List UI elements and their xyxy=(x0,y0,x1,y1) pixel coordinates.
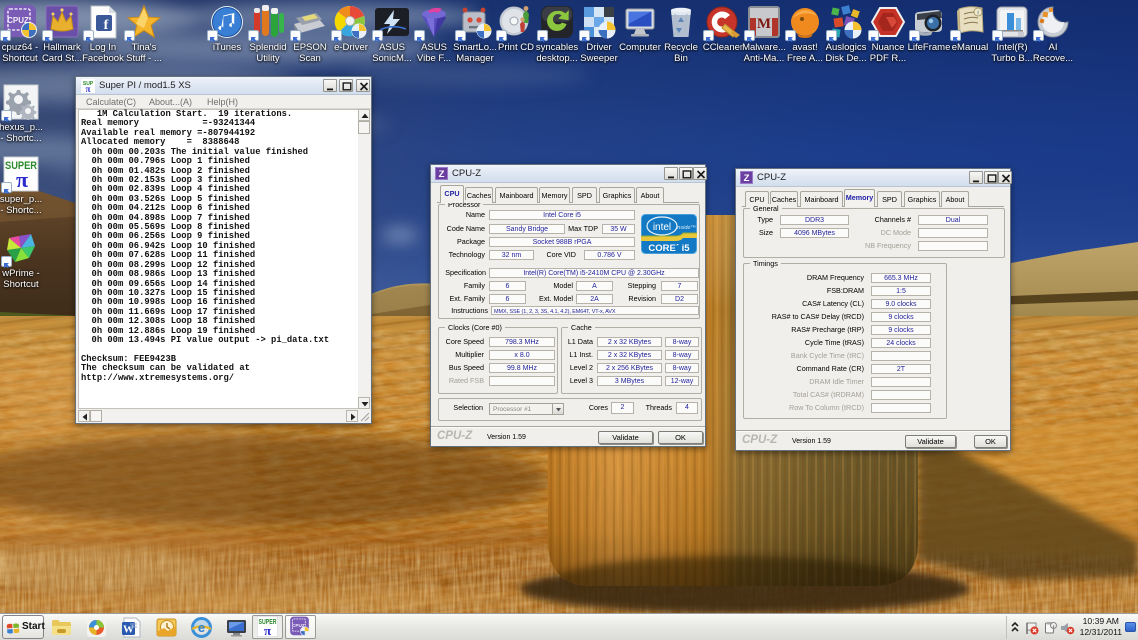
svg-text:f: f xyxy=(104,18,109,33)
svg-text:Z: Z xyxy=(744,173,750,184)
svg-text:CORE´ i5: CORE´ i5 xyxy=(648,243,690,254)
svg-text:intel: intel xyxy=(653,222,671,233)
svg-text:π: π xyxy=(86,84,91,93)
svg-text:W: W xyxy=(123,624,134,636)
svg-text:Z: Z xyxy=(439,169,445,180)
svg-text:π: π xyxy=(16,167,28,192)
svg-text:i: i xyxy=(977,11,978,17)
svg-text:π: π xyxy=(264,623,271,637)
svg-text:M: M xyxy=(757,16,771,32)
svg-text:e: e xyxy=(198,620,205,635)
